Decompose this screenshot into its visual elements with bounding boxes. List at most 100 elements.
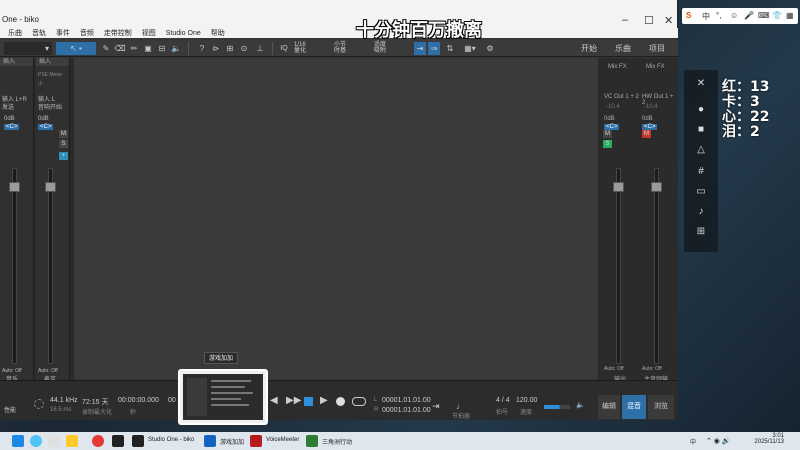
app-icon[interactable] xyxy=(112,435,124,447)
stop-button[interactable] xyxy=(304,397,313,406)
snap-icon[interactable]: ⊳ xyxy=(210,42,222,55)
timebase-selector[interactable]: 小节 时基 xyxy=(334,42,364,55)
project-tab[interactable]: 项目 xyxy=(642,42,672,55)
start-icon[interactable] xyxy=(12,435,24,447)
tempo[interactable]: 120.00 xyxy=(516,397,537,404)
apps-icon[interactable]: ⊞ xyxy=(694,226,708,238)
user-icon[interactable]: ● xyxy=(694,104,708,116)
play-button[interactable]: ▶ xyxy=(320,395,328,406)
studio-one-icon[interactable] xyxy=(132,435,144,447)
pan-control[interactable]: <C> xyxy=(4,124,20,130)
iq-icon[interactable]: IQ xyxy=(278,42,290,55)
arrange-view[interactable] xyxy=(74,58,598,380)
camera-icon[interactable]: ■ xyxy=(694,124,708,136)
ime-skin-icon[interactable]: 👕 xyxy=(772,11,782,20)
ime-language[interactable]: 中 xyxy=(702,11,710,22)
taskbar-app-delta-force[interactable]: 三角洲行动 xyxy=(322,437,352,446)
taskbar-app-game-booster[interactable]: 游戏加加 xyxy=(220,437,244,446)
punch-icon[interactable]: ⇥ xyxy=(432,401,440,412)
game-booster-icon[interactable] xyxy=(204,435,216,447)
volume-fader-handle-2[interactable] xyxy=(45,182,56,192)
menu-song[interactable]: 乐曲 xyxy=(8,30,22,37)
browse-tab[interactable]: 浏览 xyxy=(648,395,674,419)
snap-event-icon[interactable]: ⇒ xyxy=(428,42,440,55)
taskbar-app-studio-one[interactable]: Studio One - biko xyxy=(148,437,194,443)
menu-audio[interactable]: 音频 xyxy=(80,30,94,37)
tiktok-icon[interactable]: ♪ xyxy=(694,206,708,218)
tray-icons[interactable]: ⌃ ◉ 🔊 xyxy=(706,437,731,445)
ime-keyboard-icon[interactable]: ⌨ xyxy=(758,11,770,20)
output-fader-2[interactable] xyxy=(654,168,659,364)
menu-studio-one[interactable]: Studio One xyxy=(166,30,201,37)
close-button[interactable]: ✕ xyxy=(664,14,673,27)
volume-fader-track-2[interactable] xyxy=(48,168,53,364)
warning-icon[interactable]: △ xyxy=(694,144,708,156)
maximize-button[interactable]: ☐ xyxy=(644,14,654,27)
toolbar-dropdown[interactable]: ▾ xyxy=(4,42,52,55)
menu-help[interactable]: 帮助 xyxy=(211,30,225,37)
mute-out-2[interactable]: M xyxy=(642,130,651,138)
pan-control-2[interactable]: <C> xyxy=(38,124,54,130)
help-icon[interactable]: ? xyxy=(196,42,208,55)
close-icon[interactable]: ✕ xyxy=(694,78,708,90)
metronome-icon[interactable]: ⊥ xyxy=(254,42,266,55)
auto-mode-out-2[interactable]: Auto: Off xyxy=(642,366,662,372)
menu-event[interactable]: 事件 xyxy=(56,30,70,37)
ime-voice-icon[interactable]: 🎤 xyxy=(744,11,754,20)
listen-tool-icon[interactable]: 🔈 xyxy=(170,42,182,55)
search-icon[interactable]: ⊙ xyxy=(238,42,250,55)
minimize-button[interactable]: – xyxy=(622,14,628,26)
sort-icon[interactable]: ⇅ xyxy=(444,42,456,55)
mute-out-1[interactable]: M xyxy=(603,130,612,138)
tray-language[interactable]: 中 xyxy=(690,437,696,446)
file-explorer-icon[interactable] xyxy=(66,435,78,447)
left-locator[interactable]: 00001.01.01.00 xyxy=(382,397,431,404)
output-fader-handle-2[interactable] xyxy=(651,182,662,192)
loop-icon[interactable]: ⊞ xyxy=(224,42,236,55)
loop-button[interactable] xyxy=(352,397,366,406)
mix-fx-2[interactable]: Mix FX xyxy=(646,64,665,70)
edit-tab[interactable]: 编辑 xyxy=(598,395,620,419)
eraser-tool-icon[interactable]: ⌫ xyxy=(114,42,126,55)
ime-menu-icon[interactable]: ▦ xyxy=(786,11,794,20)
ime-punct[interactable]: °, xyxy=(716,11,721,20)
snap-selector[interactable]: 适度 吸附 xyxy=(374,42,404,55)
taskbar-clock[interactable]: 3:01 2025/11/13 xyxy=(752,433,784,445)
ime-emoji-icon[interactable]: ☺ xyxy=(730,11,738,20)
output-fader-1[interactable] xyxy=(616,168,621,364)
ime-logo[interactable]: S xyxy=(686,11,691,20)
menu-track[interactable]: 音轨 xyxy=(32,30,46,37)
output-fader-handle-1[interactable] xyxy=(613,182,624,192)
browser-icon[interactable] xyxy=(92,435,104,447)
tv-icon[interactable]: ▭ xyxy=(694,186,708,198)
pencil-tool-icon[interactable]: ✏ xyxy=(128,42,140,55)
volume-fader-handle[interactable] xyxy=(9,182,20,192)
taskbar-app-voicemeeter[interactable]: VoiceMeeter xyxy=(266,437,299,443)
menu-view[interactable]: 视图 xyxy=(142,30,156,37)
split-tool-icon[interactable]: ▣ xyxy=(142,42,154,55)
mix-tab[interactable]: 混音 xyxy=(622,395,646,419)
mute-button[interactable]: M xyxy=(59,130,68,138)
auto-mode-out-1[interactable]: Auto: Off xyxy=(604,366,624,372)
arrow-tool-button[interactable]: ↖ ▪ xyxy=(56,42,96,55)
settings-icon[interactable]: ⚙ xyxy=(484,42,496,55)
range-tool-icon[interactable]: ✎ xyxy=(100,42,112,55)
menu-transport[interactable]: 走带控制 xyxy=(104,30,132,37)
metronome-click-icon[interactable]: ♩ xyxy=(456,401,465,411)
right-locator[interactable]: 00001.01.01.00 xyxy=(382,407,431,414)
solo-out-1[interactable]: S xyxy=(603,140,612,148)
master-volume-icon[interactable]: 🔈 xyxy=(576,401,585,409)
volume-fader-track[interactable] xyxy=(12,168,17,364)
hashtag-icon[interactable]: # xyxy=(694,166,708,178)
start-tab[interactable]: 开始 xyxy=(574,42,604,55)
song-tab[interactable]: 乐曲 xyxy=(608,42,638,55)
mute-tool-icon[interactable]: ⊟ xyxy=(156,42,168,55)
monitor-button[interactable]: + xyxy=(59,152,68,160)
quantize-selector[interactable]: 1/16 量化 xyxy=(294,42,324,55)
insert-slot-1[interactable]: PSE Meter xyxy=(38,72,62,78)
insert-slot-2[interactable]: 小 xyxy=(38,80,43,87)
mix-fx-1[interactable]: Mix FX xyxy=(608,64,627,70)
task-view-icon[interactable] xyxy=(48,435,60,447)
record-button[interactable] xyxy=(336,397,345,406)
search-icon[interactable] xyxy=(30,435,42,447)
